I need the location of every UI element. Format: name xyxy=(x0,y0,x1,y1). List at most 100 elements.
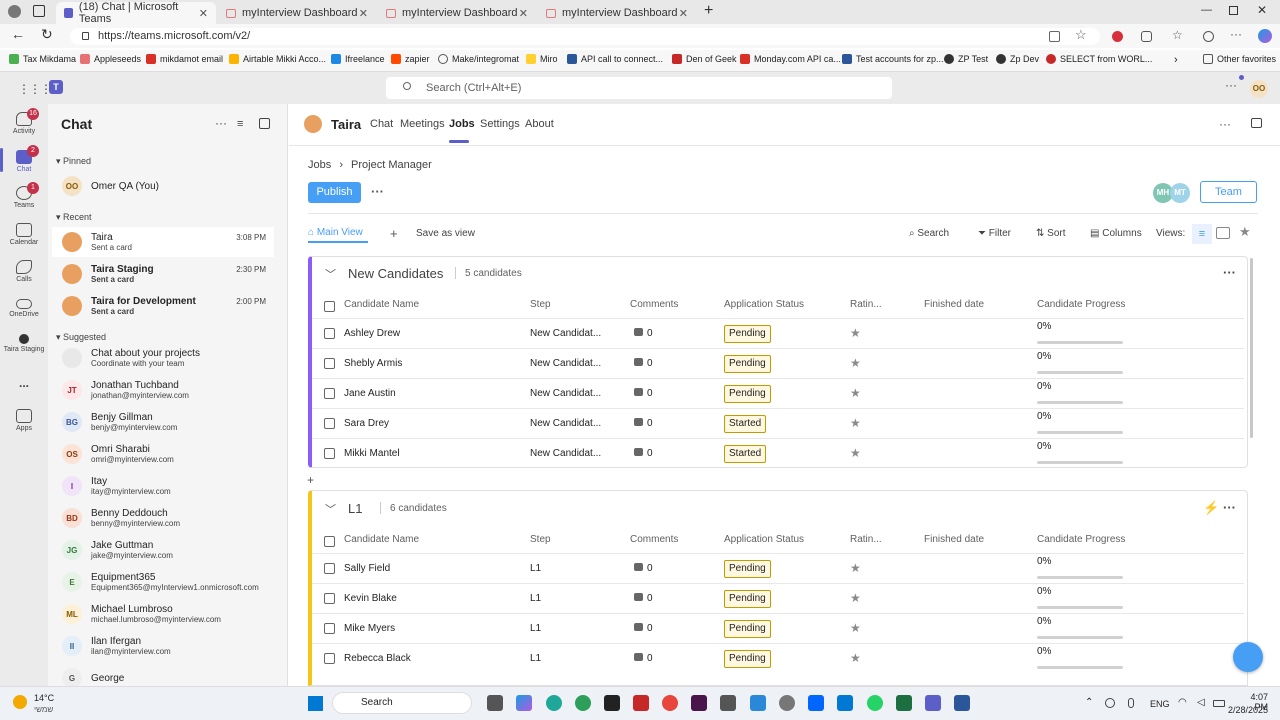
tab-about[interactable]: About xyxy=(525,118,554,130)
status-badge[interactable]: Pending xyxy=(724,325,771,343)
tab-meetings[interactable]: Meetings xyxy=(400,118,445,130)
settings-gear-icon[interactable] xyxy=(779,695,795,711)
candidate-name[interactable]: Ashley Drew xyxy=(344,328,400,339)
table-row[interactable]: Mike Myers L1 0 Pending ★ 0% xyxy=(312,613,1244,643)
whatsapp-icon[interactable] xyxy=(867,695,883,711)
candidate-name[interactable]: Shebly Armis xyxy=(344,358,402,369)
bookmark-den-of-geek[interactable]: Den of Geek xyxy=(672,54,737,64)
chat-item-suggested[interactable]: E Equipment365 Equipment365@myInterview1.o… xyxy=(52,567,274,597)
refresh-icon[interactable]: ↻ xyxy=(41,26,53,43)
tab-settings[interactable]: Settings xyxy=(480,118,520,130)
status-badge[interactable]: Pending xyxy=(724,385,771,403)
extensions-icon[interactable] xyxy=(1141,31,1152,42)
power-automate-icon[interactable] xyxy=(808,695,824,711)
chat-item-taira-staging[interactable]: Taira Staging Sent a card 2:30 PM xyxy=(52,259,274,289)
status-badge[interactable]: Pending xyxy=(724,650,771,668)
job-more-icon[interactable]: ··· xyxy=(371,184,384,199)
word-taskbar-icon[interactable] xyxy=(954,695,970,711)
suggested-section-header[interactable]: ▾ Suggested xyxy=(56,332,106,343)
save-as-view-button[interactable]: Save as view xyxy=(416,228,475,239)
candidate-name[interactable]: Rebecca Black xyxy=(344,653,411,664)
main-view-tab[interactable]: ⌂ Main View xyxy=(308,227,363,238)
comment-icon[interactable] xyxy=(634,358,643,366)
excel-icon[interactable] xyxy=(896,695,912,711)
favorite-star-icon[interactable]: ☆ xyxy=(1075,27,1087,43)
more-icon[interactable]: ··· xyxy=(1230,27,1242,41)
rail-activity[interactable]: Activity xyxy=(0,112,48,135)
bookmark-api-call[interactable]: API call to connect... xyxy=(567,54,663,64)
start-icon[interactable] xyxy=(308,696,323,711)
close-tab-icon[interactable]: ✕ xyxy=(359,7,368,20)
table-row[interactable]: Sara Drey New Candidat... 0 Started ★ 0% xyxy=(312,408,1244,438)
column-header[interactable]: Step xyxy=(530,299,551,310)
status-badge[interactable]: Started xyxy=(724,415,767,433)
chat-item-suggested[interactable]: OS Omri Sharabi omri@myinterview.com xyxy=(52,439,274,469)
chat-item-suggested[interactable]: BG Benjy Gillman benjy@myinterview.com xyxy=(52,407,274,437)
candidate-name[interactable]: Mike Myers xyxy=(344,623,395,634)
bookmark-airtable[interactable]: Airtable Mikki Acco... xyxy=(229,54,326,64)
rail-teams[interactable]: Teams xyxy=(0,186,48,209)
file-explorer-icon[interactable] xyxy=(487,695,503,711)
column-header[interactable]: Finished date xyxy=(924,534,984,545)
clock-date[interactable]: 2/28/2025 xyxy=(1228,705,1268,715)
candidate-name[interactable]: Kevin Blake xyxy=(344,593,397,604)
popout-icon[interactable] xyxy=(1251,118,1262,128)
table-row[interactable]: Jane Austin New Candidat... 0 Pending ★ 0% xyxy=(312,378,1244,408)
toolbar-sort-button[interactable]: ⇅ Sort xyxy=(1036,228,1066,239)
rating-star-icon[interactable]: ★ xyxy=(850,621,861,635)
table-row[interactable]: Rebecca Black L1 0 Pending ★ 0% xyxy=(312,643,1244,673)
table-row[interactable]: Mikki Mantel New Candidat... 0 Started ★ 0% xyxy=(312,438,1244,468)
row-checkbox[interactable] xyxy=(324,418,335,429)
close-tab-icon[interactable]: ✕ xyxy=(519,7,528,20)
chat-item-suggested[interactable]: I Itay itay@myinterview.com xyxy=(52,471,274,501)
bookmark-select-from[interactable]: SELECT from WORL... xyxy=(1046,54,1152,64)
scrollbar[interactable] xyxy=(1250,258,1253,438)
select-all-checkbox[interactable] xyxy=(324,536,335,547)
table-row[interactable]: Sally Field L1 0 Pending ★ 0% xyxy=(312,553,1244,583)
volume-icon[interactable]: ◁ xyxy=(1197,697,1205,708)
column-header[interactable]: Ratin... xyxy=(850,299,882,310)
row-checkbox[interactable] xyxy=(324,563,335,574)
bookmark-tax-mikdama[interactable]: Tax Mikdama xyxy=(9,54,76,64)
column-header[interactable]: Ratin... xyxy=(850,534,882,545)
chat-item-taira-development[interactable]: Taira for Development Sent a card 2:00 PM xyxy=(52,291,274,321)
bookmark-ifreelance[interactable]: Ifreelance xyxy=(331,54,385,64)
slack-icon[interactable] xyxy=(691,695,707,711)
notepad-icon[interactable] xyxy=(750,695,766,711)
add-group-icon[interactable]: + xyxy=(307,473,314,487)
row-checkbox[interactable] xyxy=(324,593,335,604)
bookmark-zp-dev[interactable]: Zp Dev xyxy=(996,54,1039,64)
team-button[interactable]: Team xyxy=(1200,181,1257,203)
candidate-name[interactable]: Sara Drey xyxy=(344,418,389,429)
rail-calendar[interactable]: Calendar xyxy=(0,223,48,246)
bookmark-appleseeds[interactable]: Appleseeds xyxy=(80,54,141,64)
collapse-group-icon[interactable]: ﹀ xyxy=(325,501,336,517)
column-header[interactable]: Finished date xyxy=(924,299,984,310)
browser-tab-dashboard-3[interactable]: myInterview Dashboard ✕ xyxy=(538,2,696,24)
rail-apps[interactable]: Apps xyxy=(0,409,48,432)
favorite-view-icon[interactable]: ★ xyxy=(1239,224,1251,240)
calculator-icon[interactable] xyxy=(720,695,736,711)
chat-item-suggested[interactable]: JG Jake Guttman jake@myinterview.com xyxy=(52,535,274,565)
column-header[interactable]: Candidate Name xyxy=(344,534,419,545)
header-more-icon[interactable]: ··· xyxy=(1225,78,1237,92)
comment-icon[interactable] xyxy=(634,623,643,631)
bookmark-test-accounts[interactable]: Test accounts for zp... xyxy=(842,54,944,64)
rail-more[interactable]: ... xyxy=(0,376,48,390)
column-header[interactable]: Candidate Progress xyxy=(1037,534,1125,545)
tray-network-icon[interactable] xyxy=(1105,698,1115,708)
chat-more-icon[interactable]: ··· xyxy=(215,116,227,130)
bookmarks-more-icon[interactable]: › xyxy=(1174,54,1178,66)
rating-star-icon[interactable]: ★ xyxy=(850,591,861,605)
copilot-taskbar-icon[interactable] xyxy=(516,695,532,711)
edge-icon[interactable] xyxy=(546,695,562,711)
app-install-icon[interactable] xyxy=(1049,31,1060,42)
publish-button[interactable]: Publish xyxy=(308,182,361,203)
breadcrumb-jobs[interactable]: Jobs xyxy=(308,159,331,171)
candidate-name[interactable]: Mikki Mantel xyxy=(344,448,400,459)
row-checkbox[interactable] xyxy=(324,388,335,399)
bookmark-zapier[interactable]: zapier xyxy=(391,54,430,64)
minimize-icon[interactable]: — xyxy=(1201,4,1212,16)
rail-calls[interactable]: Calls xyxy=(0,260,48,283)
chat-item-taira[interactable]: Taira Sent a card 3:08 PM xyxy=(52,227,274,257)
